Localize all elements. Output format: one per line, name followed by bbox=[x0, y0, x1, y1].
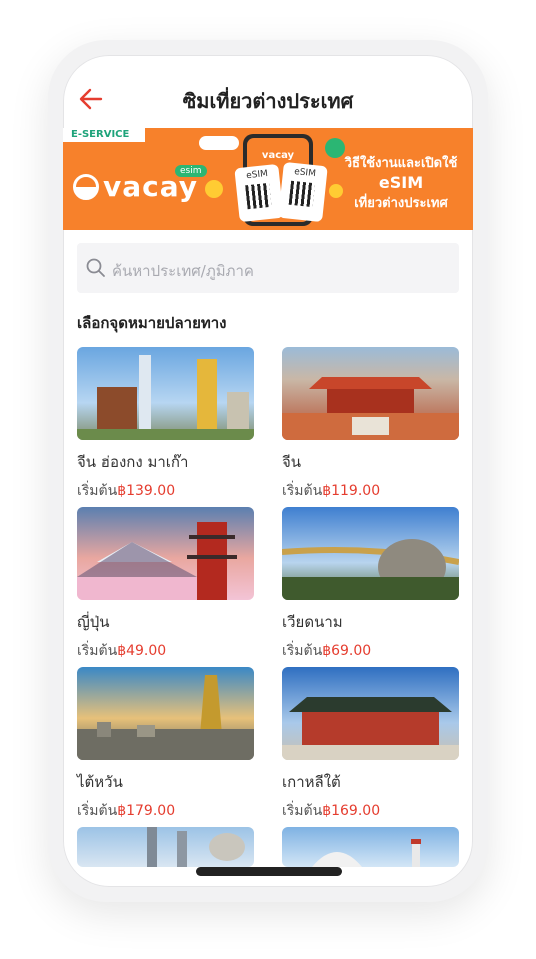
section-title: เลือกจุดหมายปลายทาง bbox=[77, 314, 227, 332]
app-screen: ซิมเที่ยวต่างประเทศ E-SERVICE vacay esim… bbox=[63, 55, 473, 887]
banner-line-3: เที่ยวต่างประเทศ bbox=[354, 196, 448, 211]
destination-price: เริ่มต้น฿139.00 bbox=[77, 483, 176, 499]
destination-card-japan[interactable]: ญี่ปุ่น เริ่มต้น฿49.00 bbox=[77, 507, 254, 662]
destination-name: จีน bbox=[282, 453, 302, 471]
esim-badge: esim bbox=[175, 165, 207, 177]
destination-image bbox=[282, 827, 459, 867]
airplane-icon bbox=[199, 136, 239, 150]
esim-card: eSIM bbox=[278, 161, 328, 223]
destination-price: เริ่มต้น฿49.00 bbox=[77, 643, 167, 659]
esim-card: eSIM bbox=[234, 163, 284, 223]
destination-card-china[interactable]: จีน เริ่มต้น฿119.00 bbox=[282, 347, 459, 502]
page-title: ซิมเที่ยวต่างประเทศ bbox=[182, 89, 354, 113]
destination-price: เริ่มต้น฿119.00 bbox=[282, 483, 381, 499]
search-input[interactable]: ค้นหาประเทศ/ภูมิภาค bbox=[77, 243, 459, 293]
phone-brand: vacay bbox=[261, 150, 295, 161]
banner-headline: วิธีใช้งานและเปิดใช้ eSIM เที่ยวต่างประเ… bbox=[341, 152, 461, 213]
destination-card-singapore[interactable] bbox=[77, 827, 254, 867]
destination-price: เริ่มต้น฿179.00 bbox=[77, 803, 176, 819]
destination-card-taiwan[interactable]: ไต้หวัน เริ่มต้น฿179.00 bbox=[77, 667, 254, 822]
eservice-tag: E-SERVICE bbox=[63, 128, 145, 142]
search-icon bbox=[86, 258, 105, 277]
destination-price: เริ่มต้น฿69.00 bbox=[282, 643, 372, 659]
destination-name: ไต้หวัน bbox=[77, 773, 123, 791]
esim-card-label: eSIM bbox=[245, 168, 269, 182]
esim-card-label: eSIM bbox=[293, 166, 317, 180]
destination-image bbox=[77, 507, 254, 600]
destination-card-south-korea[interactable]: เกาหลีใต้ เริ่มต้น฿169.00 bbox=[282, 667, 459, 822]
destination-name: จีน ฮ่องกง มาเก๊า bbox=[77, 453, 189, 471]
destination-image bbox=[282, 667, 459, 760]
destination-card-vietnam[interactable]: เวียดนาม เริ่มต้น฿69.00 bbox=[282, 507, 459, 662]
search-placeholder: ค้นหาประเทศ/ภูมิภาค bbox=[112, 262, 254, 280]
banner-line-1: วิธีใช้งานและเปิดใช้ bbox=[344, 156, 458, 171]
banner-line-2: eSIM bbox=[378, 173, 424, 192]
destination-card-china-hk-macau[interactable]: จีน ฮ่องกง มาเก๊า เริ่มต้น฿139.00 bbox=[77, 347, 254, 502]
destination-image bbox=[282, 347, 459, 440]
destination-card-australia[interactable] bbox=[282, 827, 459, 867]
destination-price: เริ่มต้น฿169.00 bbox=[282, 803, 381, 819]
emoji-icon bbox=[205, 180, 223, 198]
destination-name: ญี่ปุ่น bbox=[77, 613, 110, 631]
app-header: ซิมเที่ยวต่างประเทศ bbox=[63, 55, 473, 128]
vacay-sun-icon bbox=[73, 173, 99, 200]
destination-image bbox=[77, 667, 254, 760]
destination-image bbox=[77, 347, 254, 440]
destination-name: เวียดนาม bbox=[282, 613, 343, 631]
home-indicator[interactable] bbox=[196, 867, 342, 876]
destination-name: เกาหลีใต้ bbox=[282, 773, 341, 791]
qr-code-icon bbox=[245, 182, 272, 210]
qr-code-icon bbox=[288, 180, 315, 208]
destination-image bbox=[282, 507, 459, 600]
destination-image bbox=[77, 827, 254, 867]
esim-promo-banner[interactable]: E-SERVICE vacay esim vacay eSIM eSIM วิธ… bbox=[63, 128, 473, 230]
